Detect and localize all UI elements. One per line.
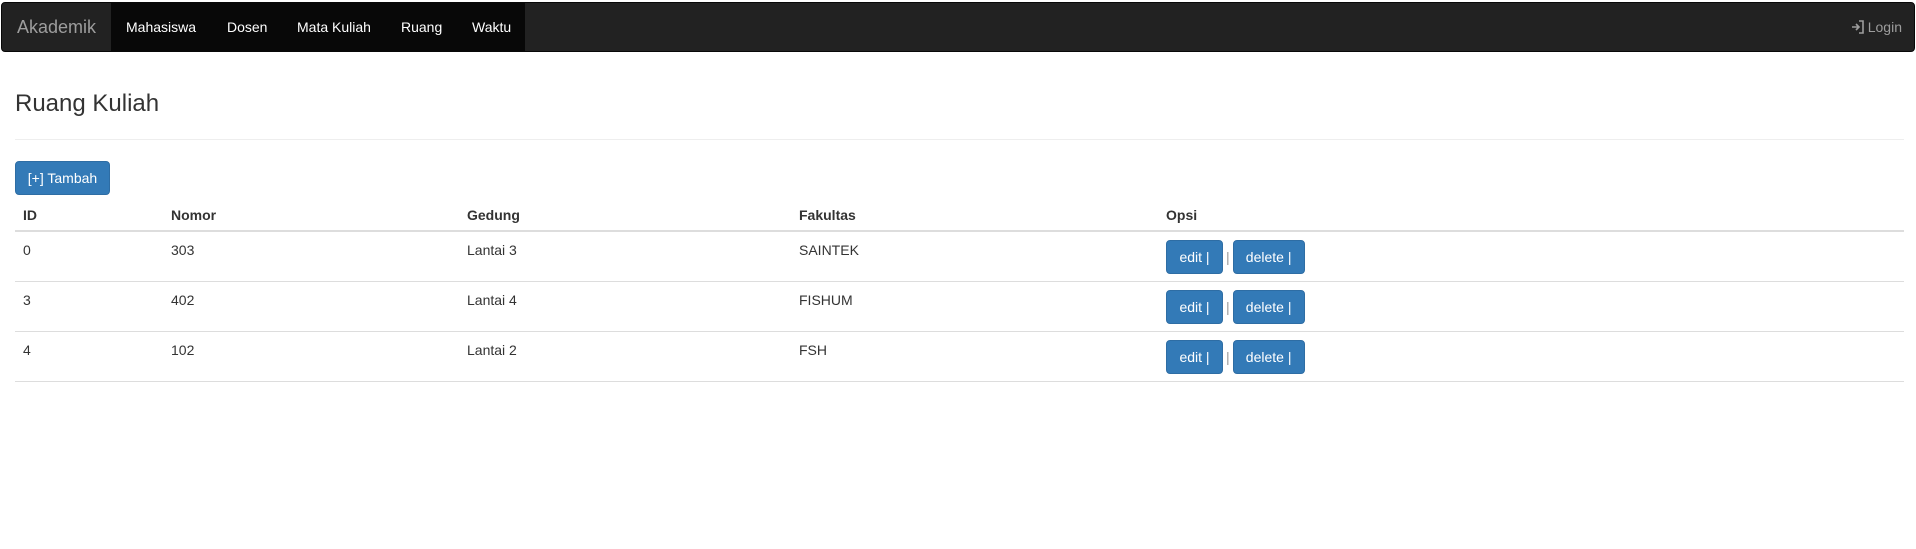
add-button[interactable]: [+] Tambah [15, 161, 110, 195]
cell-gedung: Lantai 3 [459, 231, 791, 282]
title-divider [15, 139, 1904, 140]
ruang-table: ID Nomor Gedung Fakultas Opsi 0 303 Lant… [15, 200, 1904, 382]
cell-gedung: Lantai 2 [459, 331, 791, 382]
separator: | [1226, 348, 1230, 365]
login-icon [1851, 20, 1864, 34]
cell-id: 3 [15, 281, 163, 332]
login-label: Login [1867, 19, 1902, 35]
cell-id: 4 [15, 331, 163, 382]
nav-item-dosen[interactable]: Dosen [227, 3, 267, 51]
cell-nomor: 402 [163, 281, 459, 332]
table-row: 4 102 Lantai 2 FSH edit | | delete | [15, 331, 1904, 382]
separator: | [1226, 249, 1230, 265]
nav-menu: Mahasiswa Dosen Mata Kuliah Ruang Waktu [111, 3, 525, 51]
top-navbar: Akademik Mahasiswa Dosen Mata Kuliah Rua… [1, 2, 1915, 52]
table-row: 3 402 Lantai 4 FISHUM edit | | delete | [15, 281, 1904, 332]
edit-button[interactable]: edit | [1166, 240, 1223, 274]
cell-fakultas: FISHUM [791, 281, 1158, 332]
table-header-row: ID Nomor Gedung Fakultas Opsi [15, 200, 1904, 232]
column-header-nomor: Nomor [163, 200, 459, 232]
cell-nomor: 102 [163, 331, 459, 382]
nav-item-mahasiswa[interactable]: Mahasiswa [126, 3, 196, 51]
cell-id: 0 [15, 231, 163, 282]
login-link[interactable]: Login [1851, 3, 1902, 51]
column-header-opsi: Opsi [1158, 200, 1904, 232]
edit-button[interactable]: edit | [1166, 339, 1223, 374]
cell-fakultas: SAINTEK [791, 231, 1158, 282]
separator: | [1226, 298, 1230, 315]
column-header-fakultas: Fakultas [791, 200, 1158, 232]
cell-opsi: edit | | delete | [1158, 281, 1904, 332]
nav-item-waktu[interactable]: Waktu [472, 3, 511, 51]
cell-gedung: Lantai 4 [459, 281, 791, 332]
brand-link[interactable]: Akademik [17, 3, 96, 51]
delete-button[interactable]: delete | [1232, 240, 1305, 274]
nav-item-ruang[interactable]: Ruang [401, 3, 442, 51]
nav-item-mata-kuliah[interactable]: Mata Kuliah [297, 3, 371, 51]
cell-opsi: edit | | delete | [1158, 231, 1904, 282]
table-row: 0 303 Lantai 3 SAINTEK edit | | delete | [15, 231, 1904, 282]
cell-nomor: 303 [163, 231, 459, 282]
cell-opsi: edit | | delete | [1158, 331, 1904, 382]
cell-fakultas: FSH [791, 331, 1158, 382]
page-title: Ruang Kuliah [15, 90, 160, 117]
delete-button[interactable]: delete | [1232, 339, 1305, 374]
column-header-gedung: Gedung [459, 200, 791, 232]
delete-button[interactable]: delete | [1232, 289, 1305, 324]
column-header-id: ID [15, 200, 163, 232]
edit-button[interactable]: edit | [1166, 289, 1223, 324]
